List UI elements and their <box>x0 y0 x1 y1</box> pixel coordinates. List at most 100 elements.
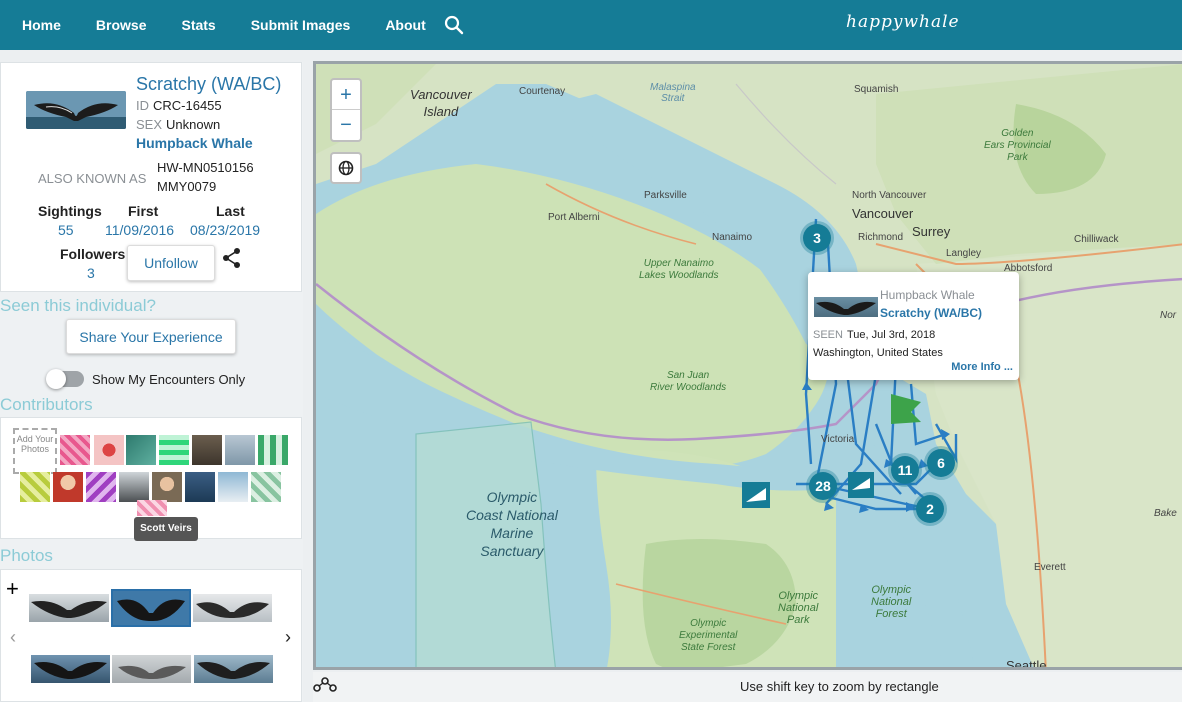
add-photo-icon[interactable]: + <box>6 576 19 602</box>
map-label-malaspina: Malaspina Strait <box>650 82 696 104</box>
contributor-avatar[interactable] <box>20 472 50 502</box>
contributor-avatar[interactable] <box>60 435 90 465</box>
photos-prev-arrow[interactable]: ‹ <box>10 627 16 648</box>
map-label-victoria: Victoria <box>821 434 855 445</box>
contributor-avatar[interactable] <box>185 472 215 502</box>
sex-row: SEX Unknown <box>136 117 220 132</box>
contributors-heading: Contributors <box>0 395 93 414</box>
id-label: ID <box>136 98 149 113</box>
contributor-avatar[interactable] <box>251 472 281 502</box>
contributor-avatar[interactable] <box>94 435 124 465</box>
cluster-marker[interactable]: 2 <box>916 495 944 523</box>
globe-button[interactable] <box>330 152 362 184</box>
contributor-avatar[interactable] <box>152 472 182 502</box>
map-label-upper-nanaimo: Upper Nanaimo Lakes Woodlands <box>639 258 719 281</box>
nav-home[interactable]: Home <box>0 17 74 33</box>
id-row: ID CRC-16455 <box>136 98 222 113</box>
share-icon[interactable] <box>221 247 243 269</box>
zoom-hint: Use shift key to zoom by rectangle <box>740 679 939 694</box>
cluster-marker[interactable]: 28 <box>809 472 837 500</box>
contributor-tooltip: Scott Veirs <box>134 517 198 541</box>
profile-card: Scratchy (WA/BC) ID CRC-16455 SEX Unknown … <box>0 62 302 292</box>
cluster-marker[interactable]: 6 <box>927 449 955 477</box>
photo-thumbnail[interactable] <box>29 594 109 622</box>
share-experience-button[interactable]: Share Your Experience <box>66 319 236 354</box>
cluster-marker[interactable]: 11 <box>891 456 919 484</box>
photo-thumbnail-selected[interactable] <box>111 589 191 627</box>
map-label-olympic-exp: Olympic Experimental State Forest <box>679 618 738 653</box>
zoom-in-button[interactable]: + <box>332 80 360 110</box>
popup-thumbnail[interactable] <box>814 297 878 317</box>
photos-card: + ‹ › <box>0 569 302 702</box>
popup-seen-label: SEEN <box>813 329 843 341</box>
add-photos-button[interactable]: Add Your Photos <box>13 428 57 474</box>
my-encounters-label: Show My Encounters Only <box>92 372 246 387</box>
aka-value-2: MMY0079 <box>157 179 217 194</box>
species-link[interactable]: Humpback Whale <box>136 135 253 151</box>
contributor-avatar[interactable] <box>218 472 248 502</box>
my-encounters-toggle[interactable] <box>46 369 84 389</box>
map-label-surrey: Surrey <box>912 224 951 239</box>
map-label-olympic-np: Olympic National Park <box>778 590 819 626</box>
nav-submit-images[interactable]: Submit Images <box>229 17 364 33</box>
map-label-richmond: Richmond <box>858 232 904 243</box>
photo-thumbnail[interactable] <box>31 655 110 683</box>
popup-species: Humpback Whale <box>880 288 975 302</box>
contributor-avatar[interactable] <box>53 472 83 502</box>
cluster-marker[interactable]: 3 <box>803 224 831 252</box>
popup-location: Washington, United States <box>813 347 943 359</box>
individual-thumbnail[interactable] <box>26 91 126 129</box>
map-canvas[interactable] <box>316 64 1182 670</box>
contributor-avatar[interactable] <box>192 435 222 465</box>
individual-name[interactable]: Scratchy (WA/BC) <box>136 74 281 95</box>
contributor-avatar[interactable] <box>86 472 116 502</box>
map-bottom-bar: Use shift key to zoom by rectangle <box>313 672 1182 702</box>
id-value: CRC-16455 <box>153 98 222 113</box>
contributor-avatar[interactable] <box>137 500 167 516</box>
map-label-parksville: Parksville <box>644 190 687 201</box>
track-toggle-icon[interactable] <box>313 674 339 696</box>
unfollow-button[interactable]: Unfollow <box>127 245 215 281</box>
contributor-avatar[interactable] <box>225 435 255 465</box>
map-label-everett: Everett <box>1034 562 1066 573</box>
photo-thumbnail[interactable] <box>112 655 191 683</box>
logo[interactable]: happywhale <box>846 12 960 32</box>
nav-about[interactable]: About <box>363 17 438 33</box>
contributor-avatar[interactable] <box>159 435 189 465</box>
map-label-golden-ears: Golden Ears Provincial Park <box>984 128 1051 163</box>
map-label-nor: Nor <box>1160 310 1177 321</box>
first-value: 11/09/2016 <box>105 222 175 238</box>
first-label: First <box>128 203 159 219</box>
popup-more-info-link[interactable]: More Info ... <box>951 361 1013 373</box>
photo-thumbnail[interactable] <box>193 594 272 622</box>
map-label-north-vancouver: North Vancouver <box>852 190 927 201</box>
map-label-olympic-marine: Olympic Coast National Marine Sanctuary <box>466 489 558 559</box>
last-label: Last <box>216 203 245 219</box>
zoom-out-button[interactable]: − <box>332 110 360 140</box>
map-label-olympic-nf: Olympic National Forest <box>871 584 912 620</box>
map-label-squamish: Squamish <box>854 84 899 95</box>
map-label-text: Vancouver Island <box>410 87 472 119</box>
top-nav: Home Browse Stats Submit Images About ha… <box>0 0 1182 50</box>
contributor-avatar[interactable] <box>119 472 149 502</box>
map-label-vancouver-island: Vancouver Island <box>410 86 472 120</box>
sex-label: SEX <box>136 117 163 132</box>
map-label-san-juan: San Juan River Woodlands <box>650 370 727 393</box>
map-label-port-alberni: Port Alberni <box>548 212 600 223</box>
photo-thumbnail[interactable] <box>194 655 273 683</box>
search-icon[interactable] <box>443 14 465 36</box>
nav-browse[interactable]: Browse <box>74 17 160 33</box>
globe-icon <box>338 160 354 176</box>
contributor-avatar[interactable] <box>258 435 288 465</box>
contributor-avatar[interactable] <box>126 435 156 465</box>
zoom-control: + − <box>330 78 362 142</box>
map-label-vancouver: Vancouver <box>852 206 914 221</box>
photos-next-arrow[interactable]: › <box>285 627 291 648</box>
popup-individual-link[interactable]: Scratchy (WA/BC) <box>880 306 982 320</box>
sightings-label: Sightings <box>38 203 102 219</box>
last-value: 08/23/2019 <box>190 222 261 238</box>
seen-heading: Seen this individual? <box>0 296 156 315</box>
map[interactable]: Vancouver Island Courtenay Malaspina Str… <box>313 61 1182 670</box>
nav-stats[interactable]: Stats <box>159 17 228 33</box>
aka-label: ALSO KNOWN AS <box>38 171 147 186</box>
